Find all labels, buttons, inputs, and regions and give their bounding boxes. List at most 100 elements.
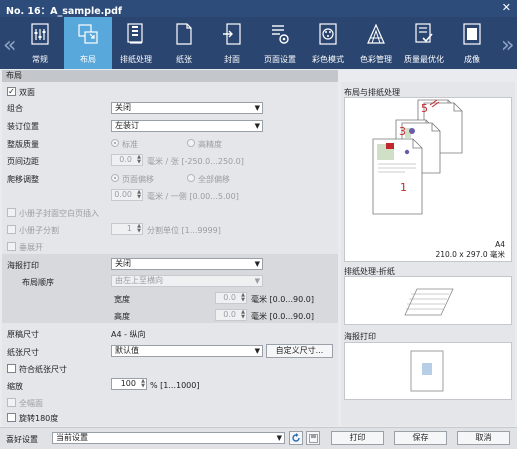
zoom-unit: % [1...1000] — [150, 381, 200, 390]
gatefold-checkbox[interactable] — [7, 242, 16, 251]
chevron-down-icon: ▼ — [254, 277, 260, 285]
print-button[interactable]: 打印 — [331, 431, 384, 445]
combination-label: 组合 — [7, 104, 23, 113]
tab-general[interactable]: 常规 — [16, 17, 64, 69]
refresh-button[interactable] — [289, 431, 303, 445]
booklet-blank-label: 小册子封面空白页插入 — [19, 209, 99, 218]
creep-input[interactable]: 0.00 ▲ ▼ — [111, 189, 143, 201]
window-title: No. 16：A_sample.pdf — [6, 6, 123, 17]
tab-label: 成像 — [464, 55, 480, 64]
high-precision-radio[interactable] — [187, 139, 195, 147]
tab-imaging[interactable]: 成像 — [448, 17, 496, 69]
poster-preview-title: 海报打印 — [344, 332, 376, 341]
finishing-preview — [344, 276, 512, 325]
poster-width-unit: 毫米 [0.0...90.0] — [251, 295, 314, 304]
poster-value: 关闭 — [115, 259, 131, 268]
scroll-right-icon[interactable]: » — [501, 33, 514, 58]
chevron-down-icon: ▼ — [254, 104, 260, 112]
finishing-icon — [127, 23, 143, 44]
original-size-value: A4 - 纵向 — [111, 330, 146, 339]
all-shift-radio[interactable] — [187, 174, 195, 182]
page-margin-value: 0.0 — [119, 155, 132, 164]
poster-preview — [344, 342, 512, 400]
page-number-5: 5 — [421, 102, 428, 115]
combination-value: 关闭 — [115, 103, 131, 112]
layout-order-select[interactable]: 由左上至横向 ▼ — [111, 275, 263, 287]
booklet-split-label: 小册子分割 — [19, 226, 59, 235]
fit-paper-label: 符合纸张尺寸 — [19, 365, 67, 374]
spinner-icon[interactable]: ▲ ▼ — [137, 155, 141, 165]
rotate-checkbox[interactable] — [7, 413, 16, 422]
combination-select[interactable]: 关闭 ▼ — [111, 102, 263, 114]
custom-size-button[interactable]: 自定义尺寸... — [266, 344, 333, 358]
paper-size-value: 默认值 — [115, 346, 139, 355]
quality-icon — [415, 23, 433, 43]
favorites-select[interactable]: 当前设置 ▼ — [52, 432, 285, 444]
poster-height-unit: 毫米 [0.0...90.0] — [251, 312, 314, 321]
color-management-icon — [367, 23, 385, 44]
poster-label: 海报打印 — [7, 261, 39, 270]
imaging-icon — [463, 23, 481, 45]
page-shift-label: 页面偏移 — [122, 175, 154, 184]
tab-label: 质量最优化 — [404, 55, 444, 64]
refresh-icon — [292, 433, 300, 442]
paper-size-label: 纸张尺寸 — [7, 348, 39, 357]
close-icon[interactable]: ✕ — [502, 1, 511, 14]
chevron-down-icon: ▼ — [254, 347, 260, 355]
booklet-split-input[interactable]: 1 ▲ ▼ — [111, 223, 143, 235]
zoom-value: 100 — [120, 379, 136, 388]
poster-select[interactable]: 关闭 ▼ — [111, 258, 263, 270]
spinner-icon[interactable]: ▲ ▼ — [241, 293, 245, 303]
binding-position-value: 左装订 — [115, 121, 139, 130]
general-icon — [31, 23, 49, 45]
title-bar: No. 16：A_sample.pdf ✕ — [0, 0, 517, 17]
tab-paper[interactable]: 纸张 — [160, 17, 208, 69]
poster-height-input[interactable]: 0.0 ▲ ▼ — [215, 309, 247, 321]
tab-label: 常规 — [32, 55, 48, 64]
creep-value: 0.00 — [114, 190, 132, 199]
all-shift-label: 全部偏移 — [198, 175, 230, 184]
poster-width-input[interactable]: 0.0 ▲ ▼ — [215, 292, 247, 304]
duplex-label: 双面 — [19, 88, 35, 97]
save-favorite-button[interactable] — [306, 431, 320, 445]
section-header: 布局 — [2, 70, 338, 82]
standard-label: 标准 — [122, 140, 138, 149]
paper-name: A4 — [495, 240, 505, 249]
tab-color-mode[interactable]: 彩色模式 — [304, 17, 352, 69]
full-bleed-checkbox[interactable] — [7, 398, 16, 407]
spinner-icon[interactable]: ▲ ▼ — [137, 190, 141, 200]
poster-illustration — [410, 350, 444, 392]
spinner-icon[interactable]: ▲ ▼ — [137, 224, 141, 234]
tab-finishing[interactable]: 排纸处理 — [112, 17, 160, 69]
spinner-icon[interactable]: ▲ ▼ — [241, 310, 245, 320]
tab-layout[interactable]: 布局 — [64, 17, 112, 69]
original-size-label: 原稿尺寸 — [7, 330, 39, 339]
standard-radio[interactable] — [111, 139, 119, 147]
paper-dimensions: 210.0 x 297.0 毫米 — [435, 250, 505, 259]
fold-illustration — [404, 288, 454, 316]
tab-label: 彩色模式 — [312, 55, 344, 64]
binding-position-select[interactable]: 左装订 ▼ — [111, 120, 263, 132]
page-stack-illustration: 5 3 1 — [372, 99, 463, 215]
save-button[interactable]: 保存 — [394, 431, 447, 445]
page-shift-radio[interactable] — [111, 174, 119, 182]
duplex-checkbox[interactable]: ✓ — [7, 87, 16, 96]
page-margin-input[interactable]: 0.0 ▲ ▼ — [111, 154, 143, 166]
zoom-input[interactable]: 100 ▲ ▼ — [111, 378, 147, 390]
tab-cover[interactable]: 封面 — [208, 17, 256, 69]
tab-quality[interactable]: 质量最优化 — [400, 17, 448, 69]
layout-order-label: 布局顺序 — [22, 278, 54, 287]
disk-icon — [308, 434, 318, 443]
spinner-icon[interactable]: ▲ ▼ — [141, 379, 145, 389]
tab-color-management[interactable]: 色彩管理 — [352, 17, 400, 69]
creep-label: 爬移调整 — [7, 175, 39, 184]
high-precision-label: 高精度 — [198, 140, 222, 149]
tab-page-setup[interactable]: 页面设置 — [256, 17, 304, 69]
cancel-button[interactable]: 取消 — [457, 431, 510, 445]
tab-bar: « » 常规 布局 排纸处理 纸张 封面 页面设置 彩色模式 色彩管理 质量最优… — [0, 17, 517, 69]
booklet-blank-checkbox[interactable] — [7, 208, 16, 217]
paper-size-select[interactable]: 默认值 ▼ — [111, 345, 263, 357]
fit-paper-checkbox[interactable] — [7, 364, 16, 373]
scroll-left-icon[interactable]: « — [3, 33, 16, 58]
booklet-split-checkbox[interactable] — [7, 225, 16, 234]
